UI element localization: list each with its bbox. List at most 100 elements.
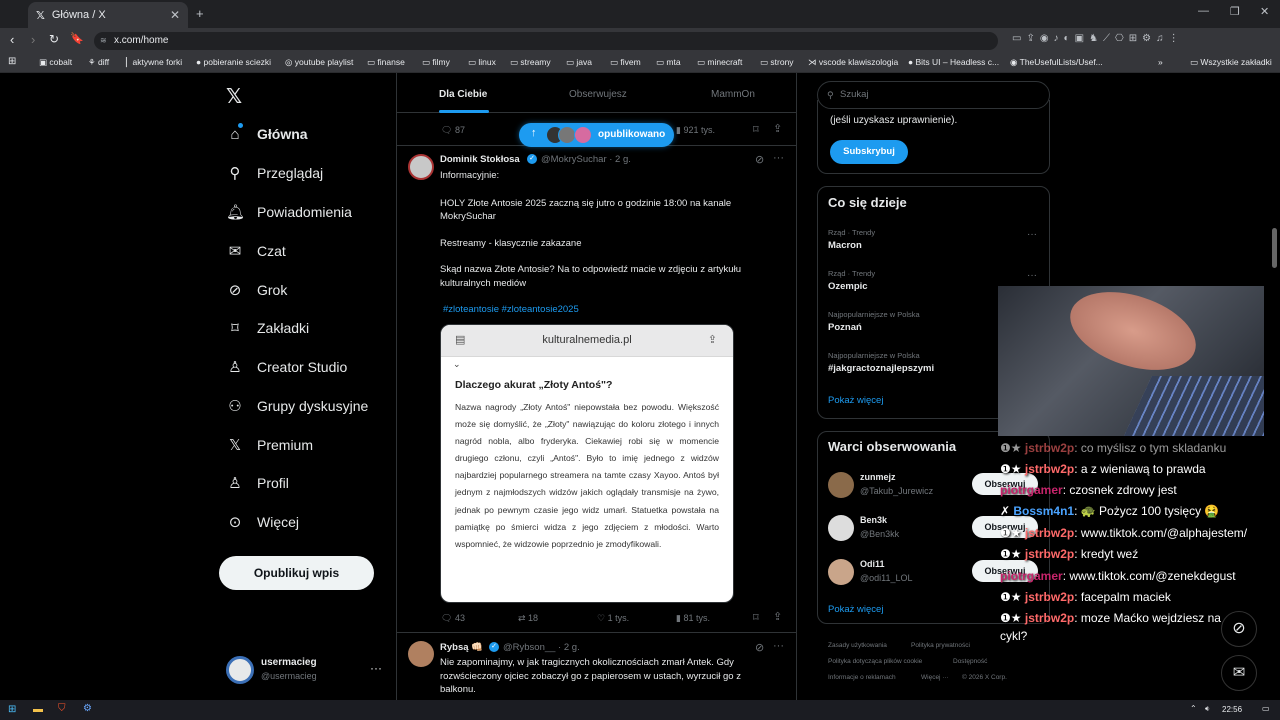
reload-icon[interactable]: ↻ [49,32,59,46]
footer-link[interactable]: Dostępność [953,658,987,665]
more-icon[interactable]: ··· [773,640,784,652]
nav-premium[interactable]: 𝕏 Premium [226,434,313,456]
post-button[interactable]: Opublikuj wpis [219,556,374,590]
suggested-user-name[interactable]: zunmejz [860,472,896,482]
share-icon[interactable]: ⇪ [773,610,782,623]
bookmark-icon[interactable]: 🔖 [70,32,84,45]
post-author-name[interactable]: Dominik Stokłosa [440,154,520,165]
account-switcher[interactable]: usermacieg @usermacieg ··· [226,656,386,686]
bookmark-item[interactable]: ⋊ vscode klawiszologia [808,57,898,68]
nav-communities[interactable]: ⚇ Grupy dyskusyjne [226,395,368,417]
browser-tab[interactable]: 𝕏 Główna / X ✕ [28,2,188,28]
back-icon[interactable]: ‹ [10,32,14,47]
nav-grok[interactable]: ⊘ Grok [226,279,288,301]
more-icon[interactable]: ··· [370,661,382,675]
x-logo-icon[interactable]: 𝕏 [226,84,242,109]
bookmark-item[interactable]: ● Bits UI – Headless c... [908,57,999,67]
repost-count[interactable]: ⇄ 18 [518,613,538,624]
trend-item[interactable]: Macron [828,240,862,251]
avatar[interactable] [828,515,854,541]
bookmark-item[interactable]: ▭ finanse [367,57,405,68]
nav-more[interactable]: ⊙ Więcej [226,511,299,533]
suggested-user-name[interactable]: Odi11 [860,559,885,569]
url-field[interactable]: ≋ x.com/home [94,32,998,50]
trend-item[interactable]: #jakgractoznajlepszymi [828,363,934,374]
more-icon[interactable]: ··· [1027,270,1037,281]
bookmark-item[interactable]: ▭ streamy [510,57,551,68]
bookmark-item[interactable]: ⚘ diff [88,57,109,68]
tab-list[interactable]: MammOn [711,89,755,100]
nav-profile[interactable]: ♙ Profil [226,472,289,494]
bookmark-item[interactable]: ▭ mta [656,57,681,68]
grok-icon[interactable]: ⊘ [755,641,764,654]
brave-browser-icon[interactable]: ⛉ [58,703,66,714]
nav-explore[interactable]: ⚲ Przeglądaj [226,162,324,184]
apps-icon[interactable]: ⊞ [8,56,16,67]
tray-chevron-icon[interactable]: ⌃ [1190,704,1197,713]
new-tab-icon[interactable]: + [196,6,204,21]
bookmark-item[interactable]: ◉ TheUsefulLists/Usef... [1010,57,1103,68]
maximize-icon[interactable]: ❐ [1230,5,1240,18]
view-count[interactable]: ▮ 921 tys. [676,125,715,136]
trend-item[interactable]: Ozempic [828,281,868,292]
post-author-handle[interactable]: @MokrySuchar · 2 g. [541,154,631,165]
more-icon[interactable]: ··· [1027,229,1037,240]
more-icon[interactable]: ··· [773,152,784,164]
avatar[interactable] [408,641,434,667]
footer-link[interactable]: Zasady użytkowania [828,642,887,649]
bookmark-item[interactable]: ▏aktywne forki [126,57,182,68]
clock[interactable]: 22:56 [1222,705,1242,714]
forward-icon[interactable]: › [31,32,35,47]
bookmark-item[interactable]: ▭ minecraft [697,57,742,68]
tab-for-you[interactable]: Dla Ciebie [439,89,487,100]
footer-link[interactable]: Polityka dotycząca plików cookie [828,658,922,665]
bookmark-item[interactable]: ▭ strony [760,57,794,68]
bookmark-item[interactable]: ● pobieranie sciezki [196,57,271,67]
tab-following[interactable]: Obserwujesz [569,89,627,100]
trend-item[interactable]: Poznań [828,322,862,333]
close-tab-icon[interactable]: ✕ [170,8,180,22]
show-more-follow[interactable]: Pokaż więcej [828,604,883,615]
bookmark-icon[interactable]: ⌑ [753,123,759,136]
extension-icons[interactable]: ▭⇪◉♪◐▣♞⟋⎔⊞⚙♫⋮ [1012,33,1184,44]
show-more-trends[interactable]: Pokaż więcej [828,395,883,406]
grok-icon[interactable]: ⊘ [755,153,764,166]
grok-float-button[interactable]: ⊘ [1221,611,1257,647]
footer-link[interactable]: Polityka prywatności [911,642,970,649]
bookmark-icon[interactable]: ⌑ [753,611,759,624]
new-posts-pill[interactable]: ↑ opublikowano [519,123,674,147]
chevron-right-icon[interactable]: » [1158,57,1163,67]
bookmark-item[interactable]: ▭ fivem [610,57,641,68]
scrollbar[interactable] [1272,228,1277,268]
bookmark-item[interactable]: ▭ filmy [422,57,450,68]
suggested-user-name[interactable]: Ben3k [860,515,887,525]
avatar[interactable] [828,559,854,585]
avatar[interactable] [828,472,854,498]
bookmark-item[interactable]: ▭ linux [468,57,496,68]
share-icon[interactable]: ⇪ [773,122,782,135]
nav-bookmarks[interactable]: ⌑ Zakładki [226,317,309,339]
volume-icon[interactable]: 🔉︎ [1205,704,1210,714]
post-author-name[interactable]: Rybsą 👊🏻 [440,642,483,653]
footer-link[interactable]: Informacje o reklamach [828,674,896,681]
view-count[interactable]: ▮ 81 tys. [676,613,710,624]
post-author-handle[interactable]: @Rybson__ · 2 g. [503,642,580,653]
app-icon[interactable]: ⚙ [83,703,92,714]
footer-link[interactable]: Więcej ··· [921,674,949,681]
notification-icon[interactable]: ▭ [1262,704,1270,713]
reply-count[interactable]: 🗨︎ 43 [441,613,465,624]
bookmark-item[interactable]: ▣ cobalt [39,57,72,68]
nav-creator-studio[interactable]: ♙ Creator Studio [226,356,347,378]
bookmark-item[interactable]: ◎ youtube playlist [285,57,353,68]
messages-float-button[interactable]: ✉ [1221,655,1257,691]
nav-chat[interactable]: ✉ Czat [226,240,286,262]
post-image[interactable]: ▤ kulturalnemedia.pl ⇪ ⌄ Dlaczego akurat… [440,324,734,603]
windows-start-icon[interactable]: ⊞ [8,704,16,715]
post-hashtags[interactable]: #zloteantosie #zloteantosie2025 [440,303,780,317]
avatar[interactable] [408,154,434,180]
file-explorer-icon[interactable]: ▬ [33,704,43,715]
minimize-icon[interactable]: — [1198,5,1209,17]
close-window-icon[interactable]: ✕ [1260,5,1269,18]
nav-notifications[interactable]: 🔔︎ Powiadomienia [226,201,352,223]
subscribe-button[interactable]: Subskrybuj [830,140,908,164]
